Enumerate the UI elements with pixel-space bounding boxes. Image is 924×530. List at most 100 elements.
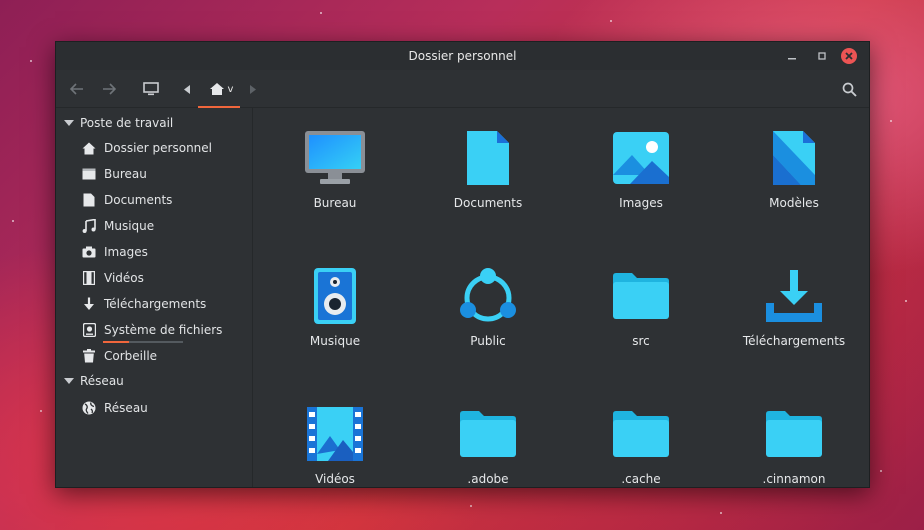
triangle-right-icon bbox=[250, 84, 256, 94]
search-icon bbox=[842, 82, 857, 97]
file-item-label: Documents bbox=[453, 196, 523, 210]
file-item-label: src bbox=[632, 334, 650, 348]
sidebar: Poste de travail Dossier personnel Burea… bbox=[56, 108, 253, 487]
maximize-icon bbox=[818, 52, 826, 60]
home-icon bbox=[209, 83, 224, 95]
sidebar-item-label: Images bbox=[104, 245, 148, 259]
file-item-label: Téléchargements bbox=[742, 334, 846, 348]
file-item-label: Modèles bbox=[769, 196, 819, 210]
breadcrumb-home[interactable]: v bbox=[198, 78, 240, 108]
speaker-icon bbox=[303, 264, 367, 328]
home-icon bbox=[82, 141, 96, 155]
file-item-cache[interactable]: .cache bbox=[576, 394, 706, 487]
close-icon bbox=[845, 52, 853, 60]
download-arrow-icon bbox=[82, 297, 96, 311]
file-item-videos[interactable]: Vidéos bbox=[270, 394, 400, 487]
sidebar-section-label: Réseau bbox=[80, 374, 124, 388]
music-note-icon bbox=[82, 219, 96, 233]
document-file-icon bbox=[456, 126, 520, 190]
file-item-label: Bureau bbox=[313, 196, 357, 210]
sidebar-item-label: Musique bbox=[104, 219, 155, 233]
close-button[interactable] bbox=[841, 48, 857, 64]
folder-icon bbox=[609, 402, 673, 466]
sidebar-section-label: Poste de travail bbox=[80, 116, 174, 130]
sidebar-item-music[interactable]: Musique bbox=[82, 215, 154, 237]
document-icon bbox=[82, 193, 96, 207]
sidebar-item-label: Documents bbox=[104, 193, 173, 207]
share-icon bbox=[456, 264, 520, 328]
sidebar-section-computer[interactable]: Poste de travail bbox=[64, 113, 173, 133]
search-button[interactable] bbox=[838, 78, 860, 100]
minimize-icon bbox=[788, 58, 796, 60]
folder-icon bbox=[456, 402, 520, 466]
sidebar-item-home[interactable]: Dossier personnel bbox=[82, 137, 212, 159]
sidebar-item-label: Système de fichiers bbox=[104, 323, 223, 337]
download-tray-icon bbox=[762, 264, 826, 328]
file-item-label: .adobe bbox=[467, 472, 509, 486]
sidebar-item-pictures[interactable]: Images bbox=[82, 241, 148, 263]
template-file-icon bbox=[762, 126, 826, 190]
file-item-musique[interactable]: Musique bbox=[270, 256, 400, 366]
file-item-modeles[interactable]: Modèles bbox=[729, 118, 859, 228]
file-view: Bureau Documents Images Modèles Musique … bbox=[253, 108, 869, 487]
triangle-left-icon bbox=[184, 84, 190, 94]
file-item-telechargements[interactable]: Téléchargements bbox=[729, 256, 859, 366]
sidebar-item-filesystem[interactable]: Système de fichiers bbox=[82, 319, 222, 341]
file-item-src[interactable]: src bbox=[576, 256, 706, 366]
video-film-icon bbox=[303, 402, 367, 466]
sidebar-item-label: Téléchargements bbox=[104, 297, 207, 311]
folder-icon bbox=[609, 264, 673, 328]
toolbar: v bbox=[56, 70, 869, 108]
sidebar-item-desktop[interactable]: Bureau bbox=[82, 163, 147, 185]
trash-icon bbox=[82, 349, 96, 363]
sidebar-item-trash[interactable]: Corbeille bbox=[82, 345, 157, 367]
sidebar-item-videos[interactable]: Vidéos bbox=[82, 267, 144, 289]
titlebar[interactable]: Dossier personnel bbox=[56, 42, 869, 70]
minimize-button[interactable] bbox=[783, 47, 801, 65]
film-icon bbox=[82, 271, 96, 285]
sidebar-item-label: Corbeille bbox=[104, 349, 158, 363]
breadcrumb-home-label: v bbox=[227, 83, 234, 95]
filesystem-usage-bar bbox=[103, 341, 183, 343]
sidebar-item-label: Vidéos bbox=[104, 271, 144, 285]
expand-triangle-icon bbox=[64, 120, 74, 126]
globe-icon bbox=[82, 401, 96, 415]
sidebar-item-network[interactable]: Réseau bbox=[82, 397, 148, 419]
file-item-documents[interactable]: Documents bbox=[423, 118, 553, 228]
sidebar-item-label: Bureau bbox=[104, 167, 147, 181]
file-item-images[interactable]: Images bbox=[576, 118, 706, 228]
path-scroll-right-button[interactable] bbox=[246, 78, 260, 100]
file-item-label: Musique bbox=[309, 334, 361, 348]
camera-icon bbox=[82, 245, 96, 259]
back-button[interactable] bbox=[66, 78, 88, 100]
file-item-cinnamon[interactable]: .cinnamon bbox=[729, 394, 859, 487]
window-title: Dossier personnel bbox=[408, 49, 517, 63]
sidebar-item-downloads[interactable]: Téléchargements bbox=[82, 293, 206, 315]
computer-button[interactable] bbox=[140, 78, 162, 100]
folder-icon bbox=[762, 402, 826, 466]
arrow-right-icon bbox=[103, 83, 116, 95]
file-item-label: .cache bbox=[621, 472, 661, 486]
sidebar-item-label: Dossier personnel bbox=[104, 141, 213, 155]
maximize-button[interactable] bbox=[813, 47, 831, 65]
expand-triangle-icon bbox=[64, 378, 74, 384]
filesystem-usage-fill bbox=[103, 341, 129, 343]
sidebar-item-label: Réseau bbox=[104, 401, 148, 415]
image-picture-icon bbox=[609, 126, 673, 190]
file-item-label: Public bbox=[470, 334, 506, 348]
sidebar-item-documents[interactable]: Documents bbox=[82, 189, 172, 211]
monitor-icon bbox=[303, 126, 367, 190]
computer-icon bbox=[143, 82, 159, 96]
file-item-label: Vidéos bbox=[315, 472, 355, 486]
file-item-public[interactable]: Public bbox=[423, 256, 553, 366]
path-scroll-left-button[interactable] bbox=[180, 78, 194, 100]
sidebar-section-network[interactable]: Réseau bbox=[64, 371, 124, 391]
file-item-label: Images bbox=[619, 196, 663, 210]
file-manager-window: Dossier personnel v Poste de travail Dos… bbox=[55, 41, 870, 488]
arrow-left-icon bbox=[70, 83, 83, 95]
desktop-icon bbox=[82, 167, 96, 181]
file-item-adobe[interactable]: .adobe bbox=[423, 394, 553, 487]
file-item-bureau[interactable]: Bureau bbox=[270, 118, 400, 228]
forward-button[interactable] bbox=[98, 78, 120, 100]
file-item-label: .cinnamon bbox=[762, 472, 826, 486]
